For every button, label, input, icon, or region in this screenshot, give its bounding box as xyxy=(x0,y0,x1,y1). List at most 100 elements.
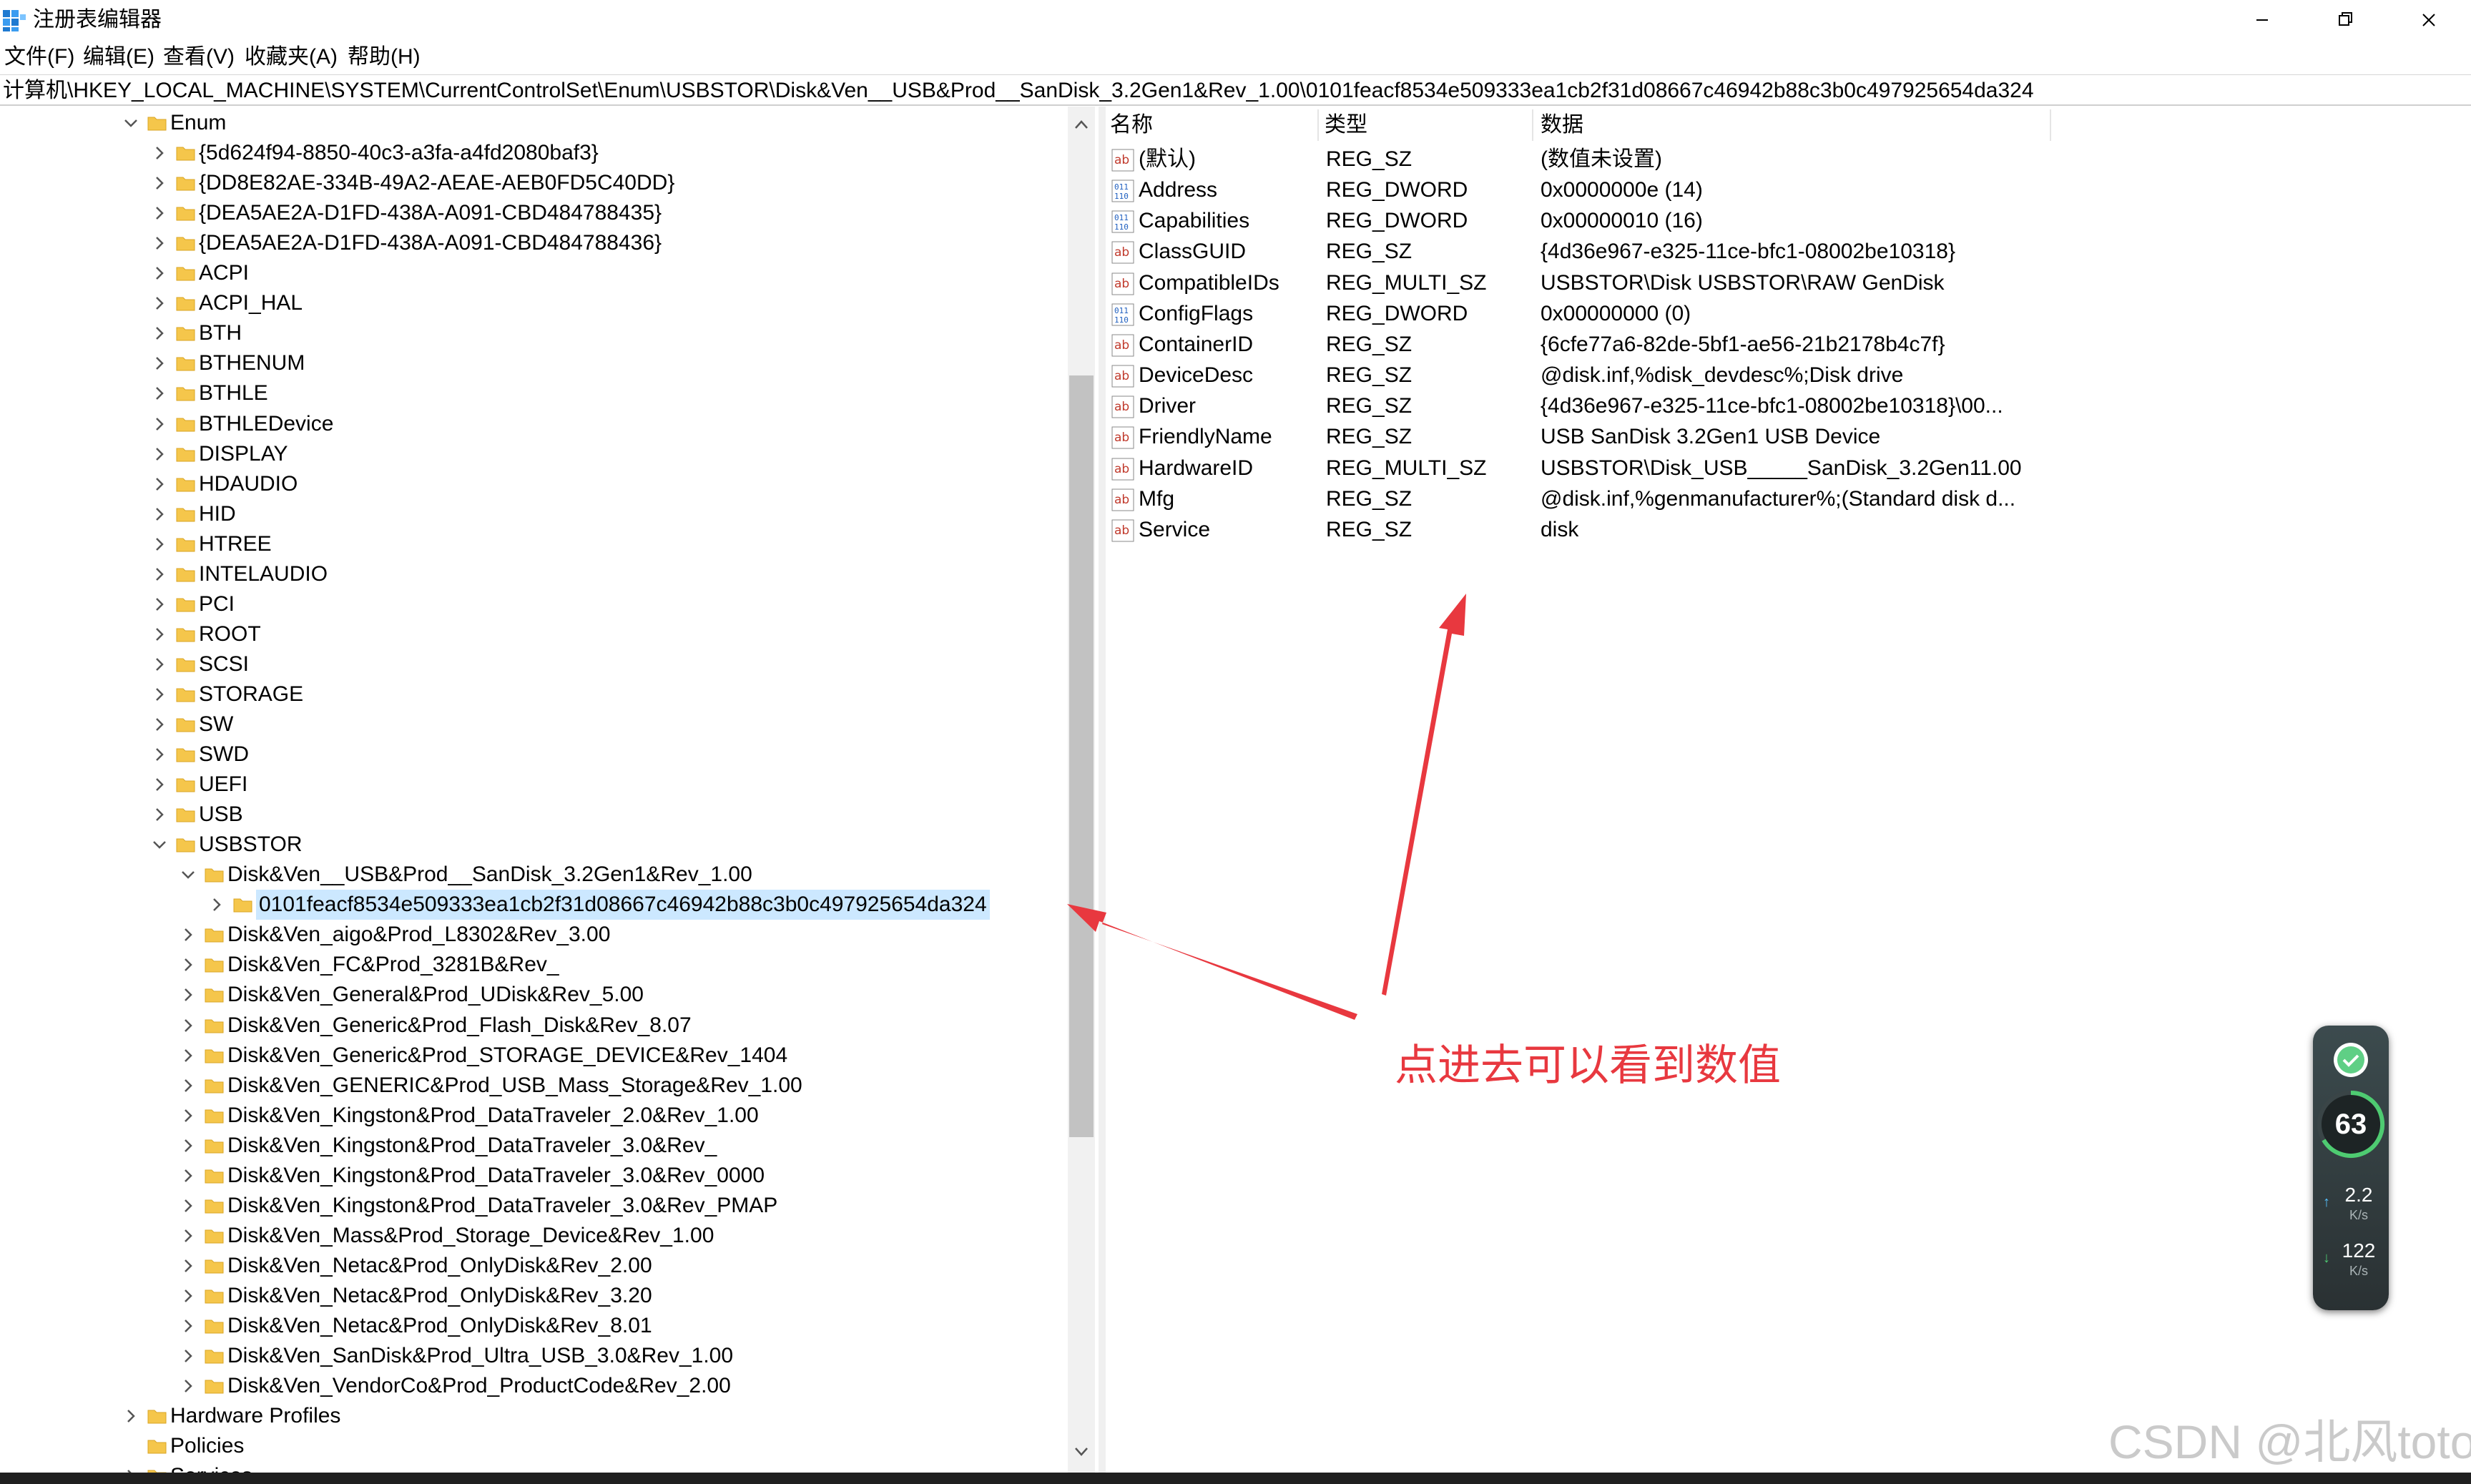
chevron-right-icon[interactable] xyxy=(177,1105,199,1126)
tree-node-label[interactable]: Policies xyxy=(170,1431,244,1461)
chevron-right-icon[interactable] xyxy=(149,353,170,374)
value-row[interactable]: ab (默认) REG_SZ (数值未设置) xyxy=(1106,144,2471,175)
tree-node[interactable]: STORAGE xyxy=(0,679,1068,709)
value-row[interactable]: 011 110 Address REG_DWORD 0x0000000e (14) xyxy=(1106,175,2471,205)
chevron-right-icon[interactable] xyxy=(120,1465,142,1473)
tree-node-label[interactable]: Disk&Ven_Netac&Prod_OnlyDisk&Rev_2.00 xyxy=(227,1251,652,1281)
tree-node-label[interactable]: Hardware Profiles xyxy=(170,1401,340,1431)
chevron-right-icon[interactable] xyxy=(149,232,170,254)
registry-tree[interactable]: Enum {5d624f94-8850-40c3-a3fa-a4fd2080baf… xyxy=(0,107,1068,1473)
address-bar[interactable]: 计算机\HKEY_LOCAL_MACHINE\SYSTEM\CurrentCon… xyxy=(0,74,2471,106)
tree-node[interactable]: SCSI xyxy=(0,649,1068,679)
tree-node[interactable]: Enum xyxy=(0,108,1068,138)
scroll-up-icon[interactable] xyxy=(1068,111,1095,139)
tree-node[interactable]: HTREE xyxy=(0,529,1068,559)
tree-node[interactable]: Disk&Ven_Mass&Prod_Storage_Device&Rev_1.… xyxy=(0,1221,1068,1251)
tree-node-label[interactable]: Enum xyxy=(170,108,226,138)
value-row[interactable]: ab DeviceDesc REG_SZ @disk.inf,%disk_devdes… xyxy=(1106,360,2471,390)
value-row[interactable]: ab ContainerID REG_SZ {6cfe77a6-82de-5bf1-a… xyxy=(1106,329,2471,360)
tree-node-label[interactable]: Disk&Ven_Kingston&Prod_DataTraveler_2.0&… xyxy=(227,1101,759,1131)
chevron-right-icon[interactable] xyxy=(149,383,170,404)
tree-node-label[interactable]: PCI xyxy=(199,589,235,619)
tree-node[interactable]: PCI xyxy=(0,589,1068,619)
tree-node[interactable]: Hardware Profiles xyxy=(0,1401,1068,1431)
tree-node-label[interactable]: Disk&Ven_Mass&Prod_Storage_Device&Rev_1.… xyxy=(227,1221,714,1251)
value-row[interactable]: ab CompatibleIDs REG_MULTI_SZ USBSTOR\Disk … xyxy=(1106,267,2471,298)
tree-node[interactable]: Policies xyxy=(0,1431,1068,1461)
tree-node-label[interactable]: {DEA5AE2A-D1FD-438A-A091-CBD484788435} xyxy=(199,198,662,228)
chevron-right-icon[interactable] xyxy=(149,293,170,314)
tree-node-label[interactable]: INTELAUDIO xyxy=(199,559,328,589)
tree-node-label[interactable]: UEFI xyxy=(199,770,247,800)
chevron-down-icon[interactable] xyxy=(149,834,170,855)
tree-node-label[interactable]: USBSTOR xyxy=(199,830,302,860)
tree-node-label[interactable]: Disk&Ven_FC&Prod_3281B&Rev_ xyxy=(227,950,559,980)
minimize-button[interactable] xyxy=(2223,0,2301,40)
tree-node[interactable]: Disk&Ven_FC&Prod_3281B&Rev_ xyxy=(0,950,1068,980)
column-separator[interactable] xyxy=(2050,109,2051,141)
tree-node-label[interactable]: {DD8E82AE-334B-49A2-AEAE-AEB0FD5C40DD} xyxy=(199,168,674,198)
chevron-right-icon[interactable] xyxy=(149,714,170,735)
tree-node[interactable]: DISPLAY xyxy=(0,439,1068,469)
chevron-right-icon[interactable] xyxy=(149,624,170,645)
tree-node[interactable]: ACPI_HAL xyxy=(0,288,1068,318)
tree-node-label[interactable]: ACPI xyxy=(199,258,249,288)
tree-node-label[interactable]: {5d624f94-8850-40c3-a3fa-a4fd2080baf3} xyxy=(199,138,599,168)
chevron-right-icon[interactable] xyxy=(149,172,170,194)
close-button[interactable] xyxy=(2389,0,2467,40)
tree-node-label[interactable]: Disk&Ven_General&Prod_UDisk&Rev_5.00 xyxy=(227,980,644,1010)
tree-node[interactable]: USB xyxy=(0,800,1068,830)
tree-node-label[interactable]: HTREE xyxy=(199,529,272,559)
chevron-right-icon[interactable] xyxy=(177,1195,199,1217)
network-speed-widget[interactable]: 63 ↑ 2.2 K/s ↓ 122 K/s xyxy=(2313,1026,2389,1310)
tree-node[interactable]: {DEA5AE2A-D1FD-438A-A091-CBD484788436} xyxy=(0,228,1068,258)
value-row[interactable]: ab Mfg REG_SZ @disk.inf,%genmanufacturer%;(… xyxy=(1106,483,2471,514)
address-path[interactable]: 计算机\HKEY_LOCAL_MACHINE\SYSTEM\CurrentCon… xyxy=(3,77,2034,105)
tree-node-label[interactable]: Disk&Ven__USB&Prod__SanDisk_3.2Gen1&Rev_… xyxy=(227,860,752,890)
value-row[interactable]: ab Service REG_SZ disk xyxy=(1106,514,2471,545)
tree-node[interactable]: Services xyxy=(0,1461,1068,1473)
tree-node-label[interactable]: SWD xyxy=(199,739,249,770)
chevron-right-icon[interactable] xyxy=(206,894,227,915)
chevron-down-icon[interactable] xyxy=(120,112,142,134)
tree-node-label[interactable]: SW xyxy=(199,709,233,739)
tree-node[interactable]: {5d624f94-8850-40c3-a3fa-a4fd2080baf3} xyxy=(0,138,1068,168)
value-row[interactable]: 011 110 Capabilities REG_DWORD 0x00000010 (1… xyxy=(1106,205,2471,236)
menu-help[interactable]: 帮助(H) xyxy=(348,43,421,72)
tree-node[interactable]: Disk&Ven_Netac&Prod_OnlyDisk&Rev_2.00 xyxy=(0,1251,1068,1281)
tree-node[interactable]: Disk&Ven_aigo&Prod_L8302&Rev_3.00 xyxy=(0,920,1068,950)
tree-node-label[interactable]: Disk&Ven_Kingston&Prod_DataTraveler_3.0&… xyxy=(227,1161,765,1191)
scroll-down-icon[interactable] xyxy=(1068,1437,1095,1465)
tree-node-label[interactable]: BTHLEDevice xyxy=(199,409,333,439)
taskbar[interactable] xyxy=(0,1473,2471,1484)
chevron-down-icon[interactable] xyxy=(177,864,199,885)
tree-node[interactable]: UEFI xyxy=(0,770,1068,800)
tree-node-label[interactable]: DISPLAY xyxy=(199,439,288,469)
tree-node[interactable]: BTHLEDevice xyxy=(0,409,1068,439)
tree-node-label[interactable]: Disk&Ven_VendorCo&Prod_ProductCode&Rev_2… xyxy=(227,1371,731,1401)
tree-node-label[interactable]: Disk&Ven_Netac&Prod_OnlyDisk&Rev_8.01 xyxy=(227,1311,652,1341)
chevron-right-icon[interactable] xyxy=(177,1015,199,1036)
tree-node[interactable]: HID xyxy=(0,499,1068,529)
tree-node-label[interactable]: BTH xyxy=(199,318,242,348)
tree-node-label[interactable]: Disk&Ven_GENERIC&Prod_USB_Mass_Storage&R… xyxy=(227,1071,802,1101)
value-row[interactable]: ab HardwareID REG_MULTI_SZ USBSTOR\Disk_USB… xyxy=(1106,453,2471,483)
tree-node[interactable]: {DEA5AE2A-D1FD-438A-A091-CBD484788435} xyxy=(0,198,1068,228)
chevron-right-icon[interactable] xyxy=(177,1315,199,1337)
chevron-right-icon[interactable] xyxy=(149,443,170,465)
chevron-right-icon[interactable] xyxy=(149,262,170,284)
chevron-right-icon[interactable] xyxy=(149,503,170,525)
chevron-right-icon[interactable] xyxy=(177,924,199,945)
chevron-right-icon[interactable] xyxy=(149,804,170,825)
tree-node-label[interactable]: Disk&Ven_Generic&Prod_STORAGE_DEVICE&Rev… xyxy=(227,1041,787,1071)
chevron-right-icon[interactable] xyxy=(177,1345,199,1367)
tree-node[interactable]: USBSTOR xyxy=(0,830,1068,860)
tree-node[interactable]: Disk&Ven_Kingston&Prod_DataTraveler_3.0&… xyxy=(0,1131,1068,1161)
column-separator[interactable] xyxy=(1532,109,1533,141)
chevron-right-icon[interactable] xyxy=(177,1075,199,1096)
tree-node-label[interactable]: Disk&Ven_Kingston&Prod_DataTraveler_3.0&… xyxy=(227,1191,777,1221)
chevron-right-icon[interactable] xyxy=(177,984,199,1006)
tree-node[interactable]: Disk&Ven_Generic&Prod_Flash_Disk&Rev_8.0… xyxy=(0,1011,1068,1041)
tree-node[interactable]: INTELAUDIO xyxy=(0,559,1068,589)
pane-splitter[interactable] xyxy=(1099,107,1106,1473)
